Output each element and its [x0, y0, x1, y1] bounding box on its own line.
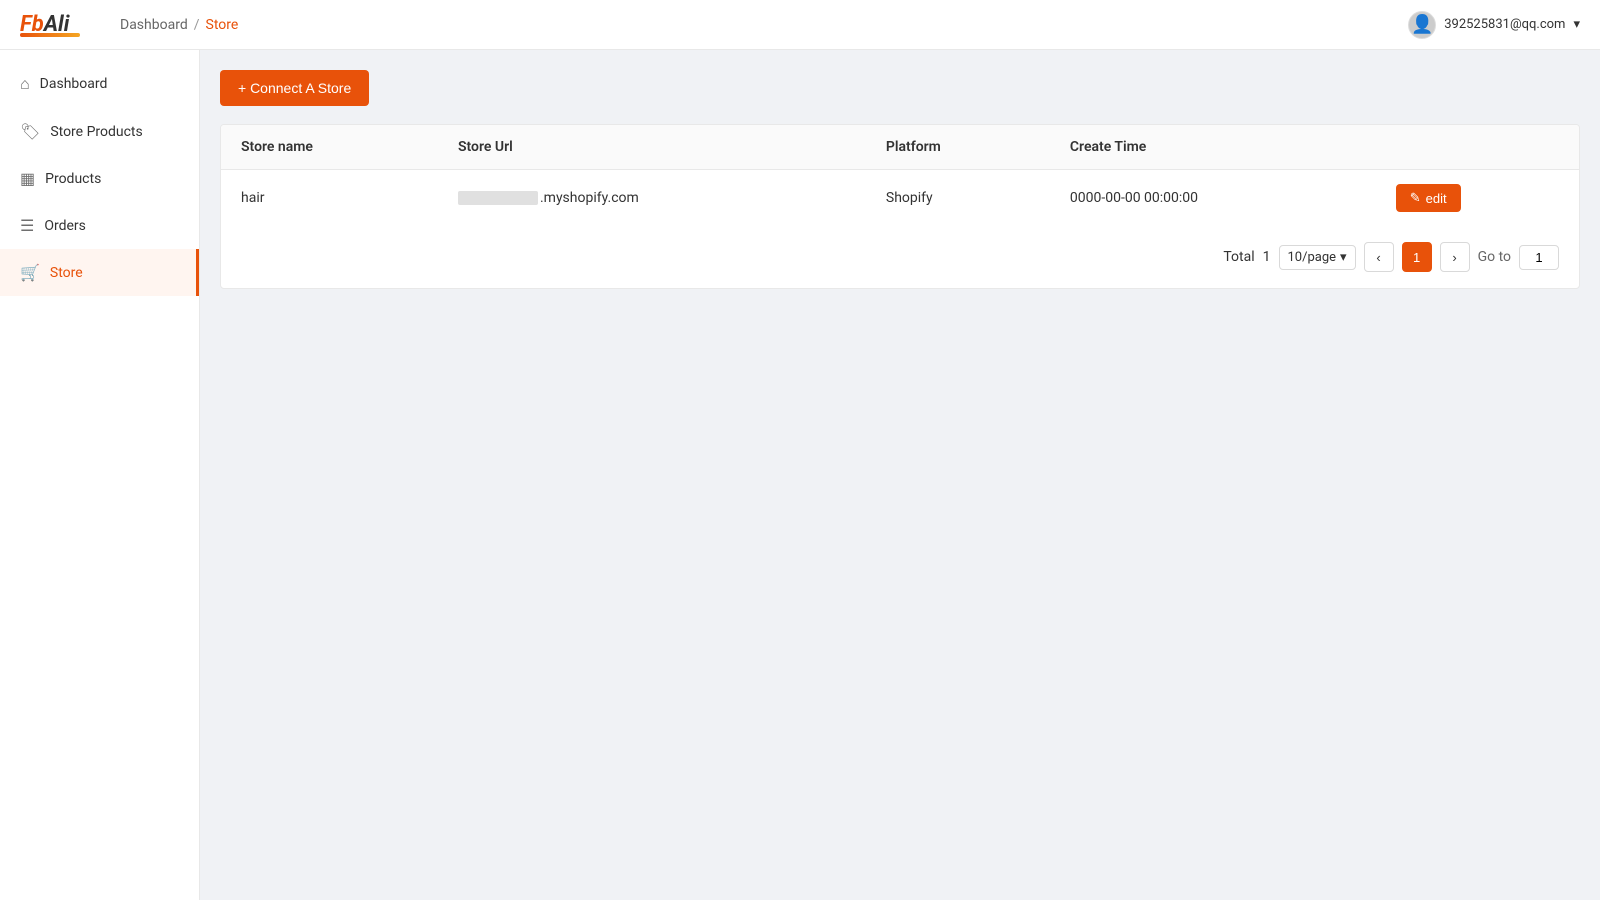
next-page-button[interactable]: ›	[1440, 242, 1470, 272]
sidebar-item-dashboard[interactable]: ⌂ Dashboard	[0, 60, 199, 108]
chevron-down-icon: ▾	[1340, 250, 1347, 265]
user-menu[interactable]: 👤 392525831@qq.com ▾	[1408, 11, 1580, 39]
sidebar-item-store[interactable]: 🛒 Store	[0, 249, 199, 296]
store-icon: 🛒	[20, 263, 40, 282]
page-number: 1	[1413, 250, 1420, 265]
prev-icon: ‹	[1376, 250, 1380, 265]
cell-create-time: 0000-00-00 00:00:00	[1050, 170, 1376, 227]
header: FbAli Dashboard / Store 👤 392525831@qq.c…	[0, 0, 1600, 50]
sidebar-item-store-products[interactable]: 🏷 Store Products	[0, 108, 199, 155]
breadcrumb-home[interactable]: Dashboard	[120, 17, 188, 33]
cell-store-name: hair	[221, 170, 438, 227]
sidebar-label-store: Store	[50, 265, 83, 281]
col-actions	[1376, 125, 1579, 170]
home-icon: ⌂	[20, 74, 30, 94]
tag-icon: 🏷	[20, 122, 40, 141]
prev-page-button[interactable]: ‹	[1364, 242, 1394, 272]
logo: FbAli	[20, 12, 80, 37]
list-icon: ☰	[20, 216, 34, 235]
url-blurred	[458, 191, 538, 205]
goto-label: Go to	[1478, 249, 1511, 265]
total-label: Total	[1223, 249, 1254, 265]
url-suffix: .myshopify.com	[540, 190, 639, 206]
breadcrumb-current: Store	[206, 17, 239, 33]
next-icon: ›	[1452, 250, 1456, 265]
col-create-time: Create Time	[1050, 125, 1376, 170]
account-circle-icon: 👤	[1411, 14, 1433, 35]
sidebar-item-products[interactable]: ▦ Products	[0, 155, 199, 202]
breadcrumb-separator: /	[194, 17, 200, 33]
col-store-name: Store name	[221, 125, 438, 170]
sidebar-label-orders: Orders	[44, 218, 86, 234]
per-page-value: 10/page	[1288, 250, 1337, 265]
avatar: 👤	[1408, 11, 1436, 39]
col-platform: Platform	[866, 125, 1050, 170]
store-table: Store name Store Url Platform Create Tim…	[221, 125, 1579, 226]
goto-input[interactable]	[1519, 245, 1559, 270]
cell-store-url: .myshopify.com	[438, 170, 866, 227]
per-page-select[interactable]: 10/page ▾	[1279, 245, 1356, 270]
cell-platform: Shopify	[866, 170, 1050, 227]
table-body: hair .myshopify.com Shopify 0000-00-00 0…	[221, 170, 1579, 227]
layout: ⌂ Dashboard 🏷 Store Products ▦ Products …	[0, 50, 1600, 900]
table-row: hair .myshopify.com Shopify 0000-00-00 0…	[221, 170, 1579, 227]
edit-label: edit	[1426, 191, 1447, 206]
dropdown-icon: ▾	[1573, 17, 1580, 32]
sidebar-label-store-products: Store Products	[50, 124, 142, 140]
user-email: 392525831@qq.com	[1444, 17, 1565, 32]
connect-store-button[interactable]: + Connect A Store	[220, 70, 369, 106]
grid-icon: ▦	[20, 169, 35, 188]
pagination: Total 1 10/page ▾ ‹ 1 › Go to	[221, 226, 1579, 288]
edit-button[interactable]: ✎ edit	[1396, 184, 1461, 212]
breadcrumb: Dashboard / Store	[120, 17, 238, 33]
sidebar-label-products: Products	[45, 171, 101, 187]
total-count: 1	[1263, 249, 1271, 265]
store-table-card: Store name Store Url Platform Create Tim…	[220, 124, 1580, 289]
sidebar: ⌂ Dashboard 🏷 Store Products ▦ Products …	[0, 50, 200, 900]
cell-edit: ✎ edit	[1376, 170, 1579, 227]
sidebar-label-dashboard: Dashboard	[40, 76, 108, 92]
col-store-url: Store Url	[438, 125, 866, 170]
sidebar-item-orders[interactable]: ☰ Orders	[0, 202, 199, 249]
edit-pencil-icon: ✎	[1410, 190, 1421, 206]
page-1-button[interactable]: 1	[1402, 242, 1432, 272]
main-content: + Connect A Store Store name Store Url P…	[200, 50, 1600, 900]
table-header: Store name Store Url Platform Create Tim…	[221, 125, 1579, 170]
